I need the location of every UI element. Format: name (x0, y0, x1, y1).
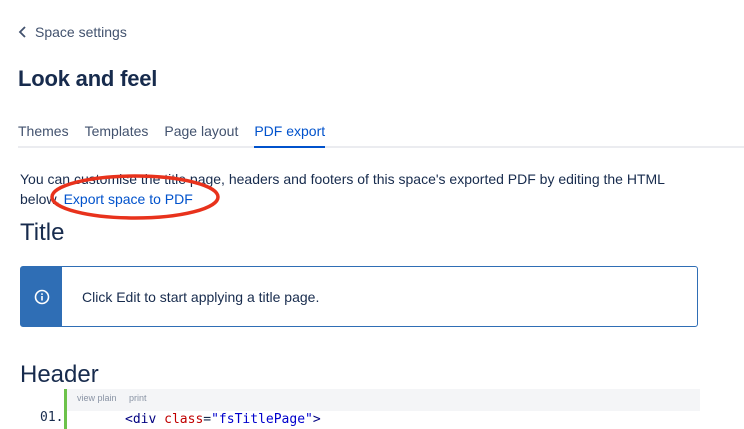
title-section-heading: Title (20, 219, 65, 246)
chevron-left-icon (18, 26, 26, 38)
back-to-space-settings-link[interactable]: Space settings (18, 24, 127, 40)
info-panel: Click Edit to start applying a title pag… (20, 266, 698, 327)
code-tag-close: > (312, 412, 321, 427)
line-number: 01. (40, 410, 64, 425)
tab-themes[interactable]: Themes (18, 118, 69, 146)
info-icon (34, 289, 49, 304)
export-space-to-pdf-link[interactable]: Export space to PDF (64, 191, 193, 207)
view-plain-link[interactable]: view plain (77, 393, 117, 403)
code-tag-open: <div (125, 412, 157, 427)
header-section-heading: Header (20, 361, 99, 388)
code-line: <div class="fsTitlePage"> (64, 411, 700, 429)
info-text: Click Edit to start applying a title pag… (82, 288, 320, 305)
code-block: view plain print 01. <div class="fsTitle… (20, 389, 700, 429)
print-link[interactable]: print (129, 393, 147, 403)
intro-paragraph: You can customise the title page, header… (20, 169, 700, 209)
info-panel-bar (21, 267, 62, 326)
tab-page-layout[interactable]: Page layout (164, 118, 238, 146)
tab-bar: Themes Templates Page layout PDF export (18, 118, 744, 148)
page-title: Look and feel (18, 66, 158, 91)
code-attribute-value: "fsTitlePage" (211, 412, 313, 427)
code-attribute: class (164, 412, 204, 427)
code-toolbar: view plain print (64, 389, 700, 411)
code-equals: = (203, 412, 212, 427)
tab-templates[interactable]: Templates (85, 118, 149, 146)
tab-pdf-export[interactable]: PDF export (254, 118, 325, 148)
back-link-label: Space settings (35, 24, 127, 40)
